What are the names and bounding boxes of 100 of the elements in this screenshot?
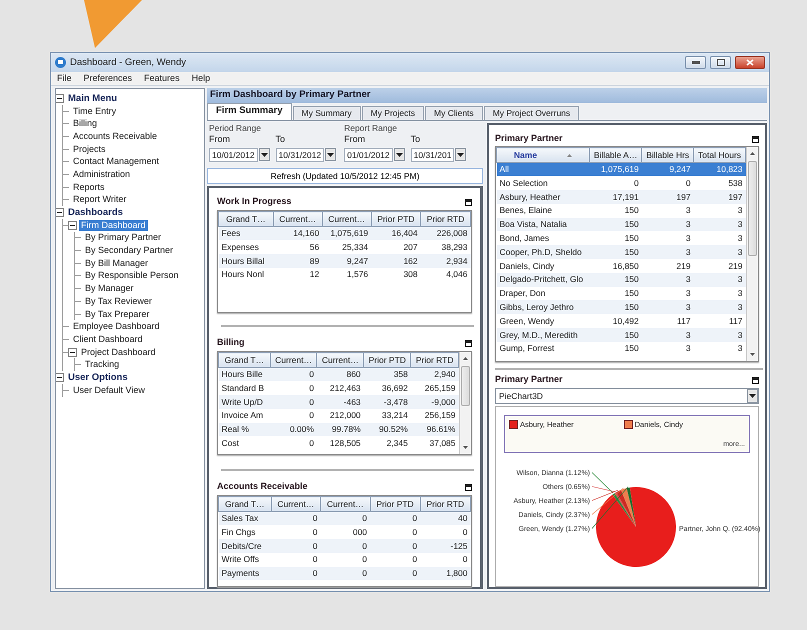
- table-cell[interactable]: 197: [694, 190, 746, 204]
- table-row[interactable]: Daniels, Cindy 16,850 219 219: [496, 259, 746, 273]
- table-cell[interactable]: 3: [642, 300, 694, 314]
- table-cell[interactable]: 150: [589, 245, 642, 260]
- date-field[interactable]: 10/31/201: [410, 148, 454, 162]
- menu-item[interactable]: File: [57, 72, 72, 84]
- tab[interactable]: Firm Summary: [207, 103, 292, 120]
- table-cell[interactable]: 0: [642, 176, 694, 190]
- table-cell[interactable]: 197: [642, 190, 694, 204]
- table-row[interactable]: Asbury, Heather 17,191 197 197: [496, 190, 746, 204]
- date-field[interactable]: 10/31/2012: [276, 148, 324, 162]
- table-cell[interactable]: 10,492: [589, 314, 642, 328]
- tree-item[interactable]: Projects: [71, 144, 108, 155]
- table-cell[interactable]: 1,075,619: [589, 162, 642, 176]
- table-cell[interactable]: 3: [642, 328, 694, 342]
- column-header[interactable]: Current…: [271, 496, 321, 512]
- tab[interactable]: My Summary: [292, 106, 361, 120]
- table-cell[interactable]: 117: [694, 314, 746, 328]
- tab[interactable]: My Project Overruns: [484, 106, 580, 120]
- tree-item[interactable]: By Secondary Partner: [83, 245, 176, 256]
- table-row[interactable]: Cooper, Ph.D, Sheldo 150 3 3: [496, 245, 746, 260]
- collapse-icon[interactable]: [56, 372, 64, 382]
- table-cell[interactable]: 3: [642, 342, 694, 356]
- minimize-button[interactable]: [685, 56, 706, 69]
- table-cell[interactable]: 3: [642, 231, 694, 246]
- tree-item[interactable]: Time Entry: [71, 106, 118, 117]
- table-row[interactable]: Benes, Elaine 150 3 3: [496, 204, 746, 218]
- table-row[interactable]: All 1,075,619 9,247 10,823: [496, 162, 746, 176]
- table-cell[interactable]: 150: [589, 218, 642, 232]
- tree-item[interactable]: Contact Management: [71, 156, 162, 168]
- column-header[interactable]: Billable Hrs: [642, 148, 694, 162]
- menu-item[interactable]: Preferences: [84, 72, 132, 84]
- table-cell[interactable]: 16,850: [589, 259, 642, 273]
- tree-item[interactable]: Report Writer: [71, 194, 128, 206]
- tree-item[interactable]: Project Dashboard: [79, 346, 158, 358]
- dropdown-button[interactable]: [325, 148, 336, 162]
- table-cell[interactable]: 3: [642, 286, 694, 300]
- table-cell[interactable]: No Selection: [496, 176, 590, 190]
- table-cell[interactable]: 538: [694, 176, 746, 190]
- table-row[interactable]: Delgado-Pritchett, Glo 150 3 3: [496, 272, 746, 287]
- table-cell[interactable]: Cooper, Ph.D, Sheldo: [496, 245, 590, 260]
- collapse-icon[interactable]: [68, 348, 77, 357]
- table-cell[interactable]: Asbury, Heather: [496, 190, 590, 204]
- table-cell[interactable]: 150: [589, 300, 642, 314]
- tree-item[interactable]: By Responsible Person: [83, 270, 181, 282]
- table-cell[interactable]: Draper, Don: [496, 286, 590, 300]
- table-cell[interactable]: 150: [589, 204, 642, 218]
- table-cell[interactable]: 150: [589, 231, 642, 246]
- table-cell[interactable]: 3: [694, 272, 746, 287]
- table-cell[interactable]: 9,247: [642, 162, 694, 176]
- tree-item[interactable]: By Primary Partner: [83, 232, 164, 244]
- column-header[interactable]: Prior RTD: [410, 352, 458, 368]
- table-cell[interactable]: 3: [642, 218, 694, 232]
- table-cell[interactable]: Boa Vista, Natalia: [496, 218, 590, 232]
- tree-item[interactable]: Billing: [71, 118, 100, 130]
- collapse-icon[interactable]: [56, 208, 64, 218]
- collapse-icon[interactable]: [68, 220, 77, 230]
- table-cell[interactable]: 150: [589, 328, 642, 342]
- table-cell[interactable]: 150: [589, 342, 642, 356]
- menu-item[interactable]: Help: [192, 72, 210, 84]
- table-row[interactable]: Grey, M.D., Meredith 150 3 3: [496, 328, 746, 342]
- scrollbar-thumb[interactable]: [748, 161, 757, 256]
- table-cell[interactable]: 3: [642, 204, 694, 218]
- scrollbar-thumb[interactable]: [461, 366, 470, 406]
- tab[interactable]: My Clients: [425, 106, 483, 120]
- table-cell[interactable]: 117: [642, 314, 694, 328]
- menu-item[interactable]: Features: [144, 72, 180, 84]
- table-cell[interactable]: 3: [694, 342, 746, 356]
- table-row[interactable]: Bond, James 150 3 3: [496, 231, 746, 246]
- table-row[interactable]: Green, Wendy 10,492 117 117: [496, 314, 746, 328]
- table-cell[interactable]: 150: [589, 272, 642, 287]
- close-button[interactable]: [735, 56, 765, 69]
- tree-item[interactable]: Administration: [71, 168, 132, 180]
- tree-item[interactable]: User Options: [66, 372, 130, 383]
- tree-item[interactable]: Employee Dashboard: [71, 321, 162, 332]
- tree-item[interactable]: Client Dashboard: [71, 334, 145, 345]
- table-cell[interactable]: 0: [589, 176, 642, 190]
- dropdown-button[interactable]: [455, 148, 466, 162]
- table-row[interactable]: Boa Vista, Natalia 150 3 3: [496, 218, 746, 232]
- column-header[interactable]: Current…: [320, 496, 370, 512]
- table-cell[interactable]: Bond, James: [496, 231, 590, 246]
- date-field[interactable]: 10/01/2012: [209, 148, 258, 162]
- column-header[interactable]: Current…: [316, 352, 364, 368]
- table-cell[interactable]: Green, Wendy: [496, 314, 590, 328]
- tree-item[interactable]: Tracking: [83, 359, 122, 370]
- table-cell[interactable]: 3: [694, 300, 746, 314]
- table-cell[interactable]: 3: [694, 245, 746, 260]
- column-header[interactable]: Grand T…: [218, 212, 274, 226]
- column-header[interactable]: Current…: [322, 212, 372, 226]
- table-cell[interactable]: Benes, Elaine: [496, 204, 590, 218]
- collapse-icon[interactable]: [56, 94, 64, 103]
- tree-item[interactable]: By Bill Manager: [83, 258, 150, 269]
- scrollbar[interactable]: [746, 147, 758, 361]
- maximize-button[interactable]: [710, 56, 731, 69]
- tree-item[interactable]: By Manager: [83, 283, 136, 294]
- tree-item[interactable]: By Tax Reviewer: [83, 296, 154, 307]
- table-cell[interactable]: 3: [694, 231, 746, 246]
- table-cell[interactable]: 150: [589, 286, 642, 300]
- table-cell[interactable]: All: [496, 162, 590, 176]
- dropdown-button[interactable]: [747, 389, 758, 403]
